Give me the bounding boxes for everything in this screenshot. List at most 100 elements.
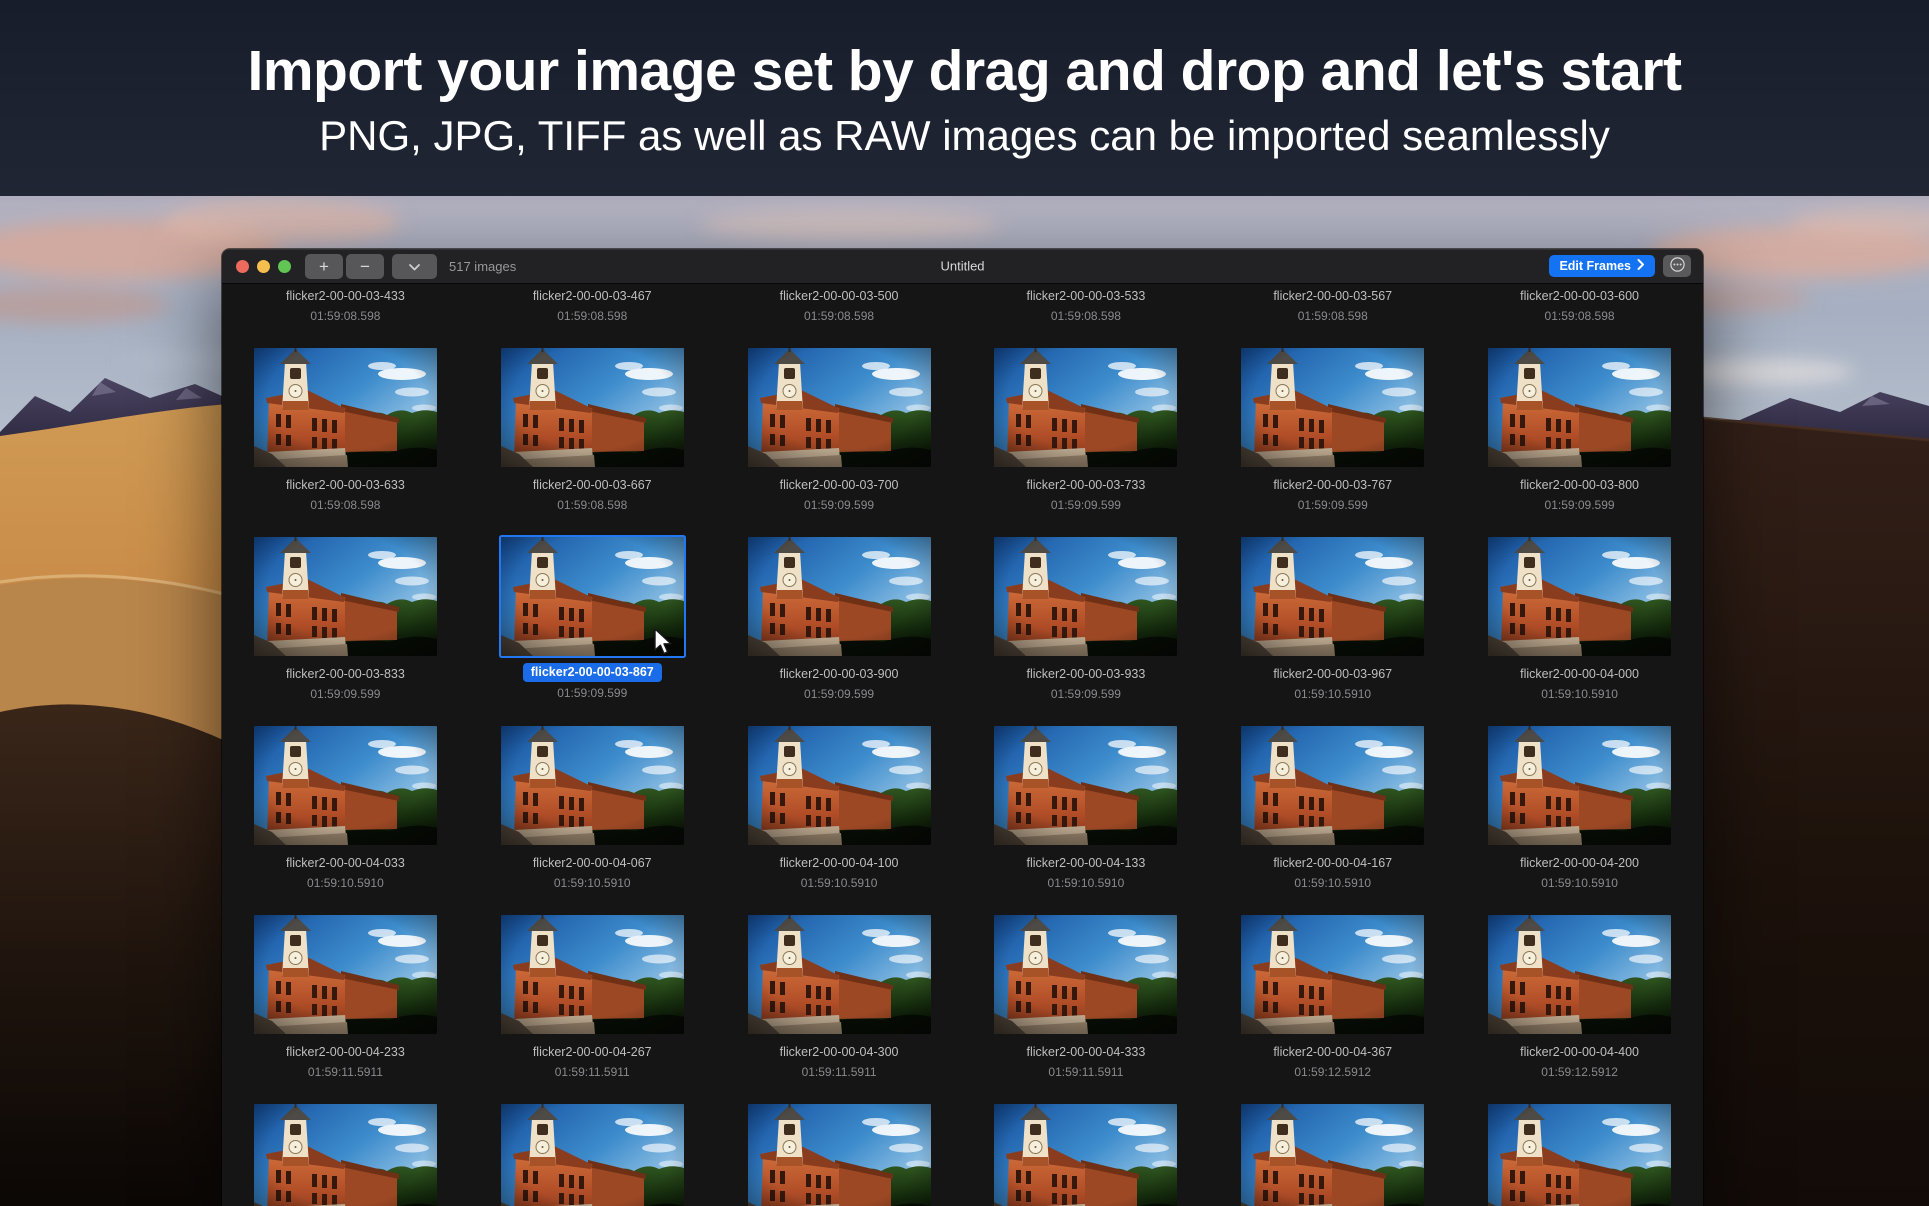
image-cell[interactable]: flicker2-00-00-04-000 01:59:10.5910 (1488, 537, 1671, 726)
thumbnail-image[interactable] (748, 915, 931, 1034)
image-filename: flicker2-00-00-03-633 (286, 477, 405, 494)
add-remove-group: + − (305, 254, 384, 279)
image-cell[interactable]: flicker2-00-00-04-033 01:59:10.5910 (254, 726, 437, 915)
image-cell[interactable]: flicker2-00-00-03-900 01:59:09.599 (748, 537, 931, 726)
thumbnail-image[interactable] (994, 1104, 1177, 1206)
thumbnail-image[interactable] (254, 537, 437, 656)
image-timestamp: 01:59:09.599 (310, 687, 380, 701)
thumbnail-image[interactable] (994, 726, 1177, 845)
image-cell[interactable] (748, 1104, 931, 1206)
image-timestamp: 01:59:08.598 (1545, 309, 1615, 323)
image-cell[interactable]: flicker2-00-00-03-500 01:59:08.598 (748, 285, 931, 348)
image-cell[interactable]: flicker2-00-00-03-600 01:59:08.598 (1488, 285, 1671, 348)
thumbnail-image[interactable] (1241, 915, 1424, 1034)
close-button[interactable] (236, 260, 249, 273)
thumbnail-image[interactable] (1488, 726, 1671, 845)
image-filename: flicker2-00-00-04-333 (1027, 1044, 1146, 1061)
image-cell[interactable] (501, 1104, 684, 1206)
thumbnail-image[interactable] (748, 726, 931, 845)
thumbnail-image[interactable] (748, 537, 931, 656)
image-timestamp: 01:59:10.5910 (307, 876, 384, 890)
image-filename: flicker2-00-00-03-600 (1520, 288, 1639, 305)
thumbnail-image[interactable] (254, 348, 437, 467)
thumbnail-image[interactable] (748, 348, 931, 467)
thumbnail-image[interactable] (254, 915, 437, 1034)
thumbnail-image[interactable] (501, 915, 684, 1034)
image-cell[interactable]: flicker2-00-00-03-633 01:59:08.598 (254, 348, 437, 537)
image-cell[interactable]: flicker2-00-00-04-233 01:59:11.5911 (254, 915, 437, 1104)
image-filename: flicker2-00-00-04-400 (1520, 1044, 1639, 1061)
thumbnail-image[interactable] (501, 1104, 684, 1206)
thumbnail-image[interactable] (1488, 348, 1671, 467)
image-timestamp: 01:59:10.5910 (1294, 687, 1371, 701)
image-timestamp: 01:59:08.598 (1051, 309, 1121, 323)
thumbnail-image[interactable] (501, 348, 684, 467)
image-filename: flicker2-00-00-03-867 (523, 663, 662, 682)
image-cell[interactable]: flicker2-00-00-03-767 01:59:09.599 (1241, 348, 1424, 537)
image-cell[interactable]: flicker2-00-00-03-933 01:59:09.599 (994, 537, 1177, 726)
image-cell[interactable]: flicker2-00-00-04-067 01:59:10.5910 (501, 726, 684, 915)
image-cell[interactable]: flicker2-00-00-03-967 01:59:10.5910 (1241, 537, 1424, 726)
image-filename: flicker2-00-00-03-533 (1027, 288, 1146, 305)
image-filename: flicker2-00-00-03-833 (286, 666, 405, 683)
edit-frames-button[interactable]: Edit Frames (1549, 255, 1655, 277)
image-cell[interactable]: flicker2-00-00-04-200 01:59:10.5910 (1488, 726, 1671, 915)
thumbnail-image[interactable] (994, 915, 1177, 1034)
image-filename: flicker2-00-00-03-500 (780, 288, 899, 305)
image-timestamp: 01:59:08.598 (804, 309, 874, 323)
thumbnail-image[interactable] (1241, 726, 1424, 845)
image-cell[interactable]: flicker2-00-00-03-833 01:59:09.599 (254, 537, 437, 726)
image-filename: flicker2-00-00-04-267 (533, 1044, 652, 1061)
image-filename: flicker2-00-00-04-200 (1520, 855, 1639, 872)
thumbnail-image[interactable] (501, 726, 684, 845)
thumbnail-image[interactable] (748, 1104, 931, 1206)
titlebar[interactable]: + − 517 images Untitled Edit Frames (222, 249, 1703, 284)
image-cell[interactable]: flicker2-00-00-04-400 01:59:12.5912 (1488, 915, 1671, 1104)
thumbnail-image[interactable] (1488, 537, 1671, 656)
image-cell[interactable]: flicker2-00-00-04-167 01:59:10.5910 (1241, 726, 1424, 915)
image-cell[interactable] (254, 1104, 437, 1206)
image-cell[interactable]: flicker2-00-00-03-467 01:59:08.598 (501, 285, 684, 348)
image-timestamp: 01:59:09.599 (1545, 498, 1615, 512)
image-timestamp: 01:59:08.598 (1298, 309, 1368, 323)
zoom-button[interactable] (278, 260, 291, 273)
thumbnail-image[interactable] (994, 537, 1177, 656)
image-cell[interactable]: flicker2-00-00-04-367 01:59:12.5912 (1241, 915, 1424, 1104)
image-cell[interactable]: flicker2-00-00-03-700 01:59:09.599 (748, 348, 931, 537)
image-timestamp: 01:59:11.5911 (308, 1065, 383, 1079)
image-cell[interactable]: flicker2-00-00-03-733 01:59:09.599 (994, 348, 1177, 537)
thumbnail-image[interactable] (254, 1104, 437, 1206)
add-images-button[interactable]: + (305, 254, 343, 279)
remove-images-button[interactable]: − (346, 254, 384, 279)
image-grid-viewport[interactable]: flicker2-00-00-03-433 01:59:08.598 (222, 285, 1703, 1206)
thumbnail-image[interactable] (1241, 1104, 1424, 1206)
image-cell[interactable]: flicker2-00-00-03-433 01:59:08.598 (254, 285, 437, 348)
image-cell[interactable]: flicker2-00-00-03-800 01:59:09.599 (1488, 348, 1671, 537)
image-cell[interactable]: flicker2-00-00-03-667 01:59:08.598 (501, 348, 684, 537)
image-filename: flicker2-00-00-04-067 (533, 855, 652, 872)
image-cell[interactable] (1241, 1104, 1424, 1206)
image-cell[interactable]: flicker2-00-00-04-100 01:59:10.5910 (748, 726, 931, 915)
minimize-button[interactable] (257, 260, 270, 273)
image-cell[interactable] (1488, 1104, 1671, 1206)
image-grid: flicker2-00-00-03-433 01:59:08.598 (222, 285, 1703, 1206)
thumbnail-image[interactable] (254, 726, 437, 845)
image-cell[interactable]: flicker2-00-00-03-533 01:59:08.598 (994, 285, 1177, 348)
thumbnail-image[interactable] (1241, 348, 1424, 467)
image-filename: flicker2-00-00-03-700 (780, 477, 899, 494)
more-options-button[interactable] (1663, 255, 1691, 277)
banner-subtitle: PNG, JPG, TIFF as well as RAW images can… (319, 114, 1610, 158)
thumbnail-image[interactable] (1241, 537, 1424, 656)
image-cell[interactable]: flicker2-00-00-04-133 01:59:10.5910 (994, 726, 1177, 915)
thumbnail-image[interactable] (1488, 915, 1671, 1034)
image-cell[interactable]: flicker2-00-00-04-333 01:59:11.5911 (994, 915, 1177, 1104)
traffic-lights (236, 260, 291, 273)
image-cell[interactable]: flicker2-00-00-03-567 01:59:08.598 (1241, 285, 1424, 348)
image-cell[interactable] (994, 1104, 1177, 1206)
thumbnail-image[interactable] (1488, 1104, 1671, 1206)
image-cell[interactable]: flicker2-00-00-04-267 01:59:11.5911 (501, 915, 684, 1104)
thumbnail-image[interactable] (994, 348, 1177, 467)
view-options-button[interactable] (392, 254, 437, 279)
image-cell[interactable]: flicker2-00-00-04-300 01:59:11.5911 (748, 915, 931, 1104)
image-timestamp: 01:59:08.598 (557, 498, 627, 512)
